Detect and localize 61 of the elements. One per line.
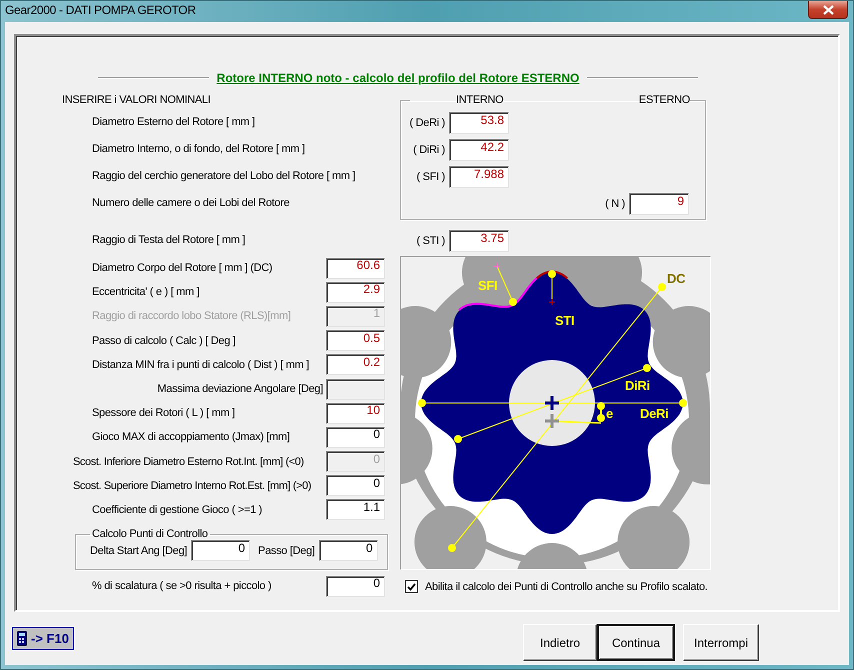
field-label: Diametro Interno, o di fondo, del Rotore [ mm ] [91,142,306,157]
field-label: Massima deviazione Angolare [Deg] [156,383,324,396]
dialog-button[interactable]: Continua [597,624,675,661]
dimension-label: STI [555,313,574,328]
field-label: Scost. Inferiore Diametro Esterno Rot.Int. [mm] (<0) [72,456,305,468]
symbol-label: ( DiRi ) [412,144,445,156]
input-field[interactable]: 2.9 [326,282,385,303]
input-field[interactable]: 42.2 [449,138,509,160]
input-field[interactable]: 0 [318,540,378,562]
symbol-label: ( SFI ) [416,170,445,182]
dimension-label: DeRi [640,406,668,421]
input-field[interactable]: 0.2 [326,354,385,376]
field-label: Delta Start Ang [Deg] [90,544,188,557]
field-label: Raggio del cerchio generatore del Lobo del Rotore [ mm ] [91,169,356,184]
symbol-label: ( N ) [605,198,625,210]
checkbox[interactable] [405,580,418,593]
field-label: Raggio di Testa del Rotore [ mm ] [91,233,246,248]
symbol-label: ( STI ) [416,234,445,246]
dimension-label: SFI [478,278,498,293]
section-heading: INSERIRE i VALORI NOMINALI [62,93,212,108]
field-label: Raggio di raccordo lobo Statore (RLS)[mm] [91,310,292,322]
calculator-icon [17,631,27,646]
field-label: Passo di calcolo ( Calc ) [ Deg ] [91,334,237,347]
field-label: Passo [Deg] [258,544,315,557]
input-field[interactable]: 60.6 [326,258,385,279]
close-button[interactable] [808,1,848,19]
input-field[interactable]: 9 [629,192,689,214]
input-field[interactable]: 0 [326,475,385,496]
calculator-button[interactable]: -> F10 [12,627,74,650]
field-label: Numero delle camere o dei Lobi del Rotore [91,196,290,211]
column-header: INTERNO [456,93,504,108]
window-title: Gear2000 - DATI POMPA GEROTOR [4,2,196,17]
input-field[interactable]: 10 [326,402,385,424]
dimension-label: DiRi [625,378,650,393]
dialog-button[interactable]: Interrompi [683,624,759,661]
input-field[interactable]: 0 [326,576,385,597]
field-label: Coefficiente di gestione Gioco ( >=1 ) [91,504,264,516]
input-field[interactable]: 0.5 [326,330,385,352]
input-field[interactable]: 0 [191,540,250,562]
dimension-label: DC [667,271,686,286]
field-label: Diametro Esterno del Rotore [ mm ] [91,115,256,130]
field-label: % di scalatura ( se >0 risulta + piccolo ) [91,580,272,592]
checkbox-label: Abilita il calcolo dei Punti di Controllo anche su Profilo scalato. [425,580,708,592]
field-label: Gioco MAX di accoppiamento (Jmax) [mm] [91,431,291,444]
field-label: Eccentricita' ( e ) [ mm ] [91,286,200,298]
field-label: Spessore dei Rotori ( L ) [ mm ] [91,407,236,420]
input-field[interactable]: 3.75 [449,230,509,252]
input-field[interactable]: 53.8 [449,112,509,134]
section-title: Rotore INTERNO noto - calcolo del profilo del Rotore ESTERNO [216,71,580,85]
input-field[interactable]: 0 [326,426,385,448]
group-title: Calcolo Punti di Controllo [91,528,209,540]
column-header: ESTERNO [638,93,690,108]
field-label: Distanza MIN fra i punti di calcolo ( Dist ) [ mm ] [91,358,310,371]
field-label: Scost. Superiore Diametro Interno Rot.Est. [mm] (>0) [72,480,312,492]
input-field[interactable]: 7.988 [449,166,509,188]
input-field[interactable]: 1.1 [326,499,385,520]
dialog-button[interactable]: Indietro [523,624,597,661]
symbol-label: ( DeRi ) [408,116,445,128]
field-label: Diametro Corpo del Rotore [ mm ] (DC) [91,262,274,274]
close-icon [822,4,834,14]
dimension-label: e [606,406,613,421]
